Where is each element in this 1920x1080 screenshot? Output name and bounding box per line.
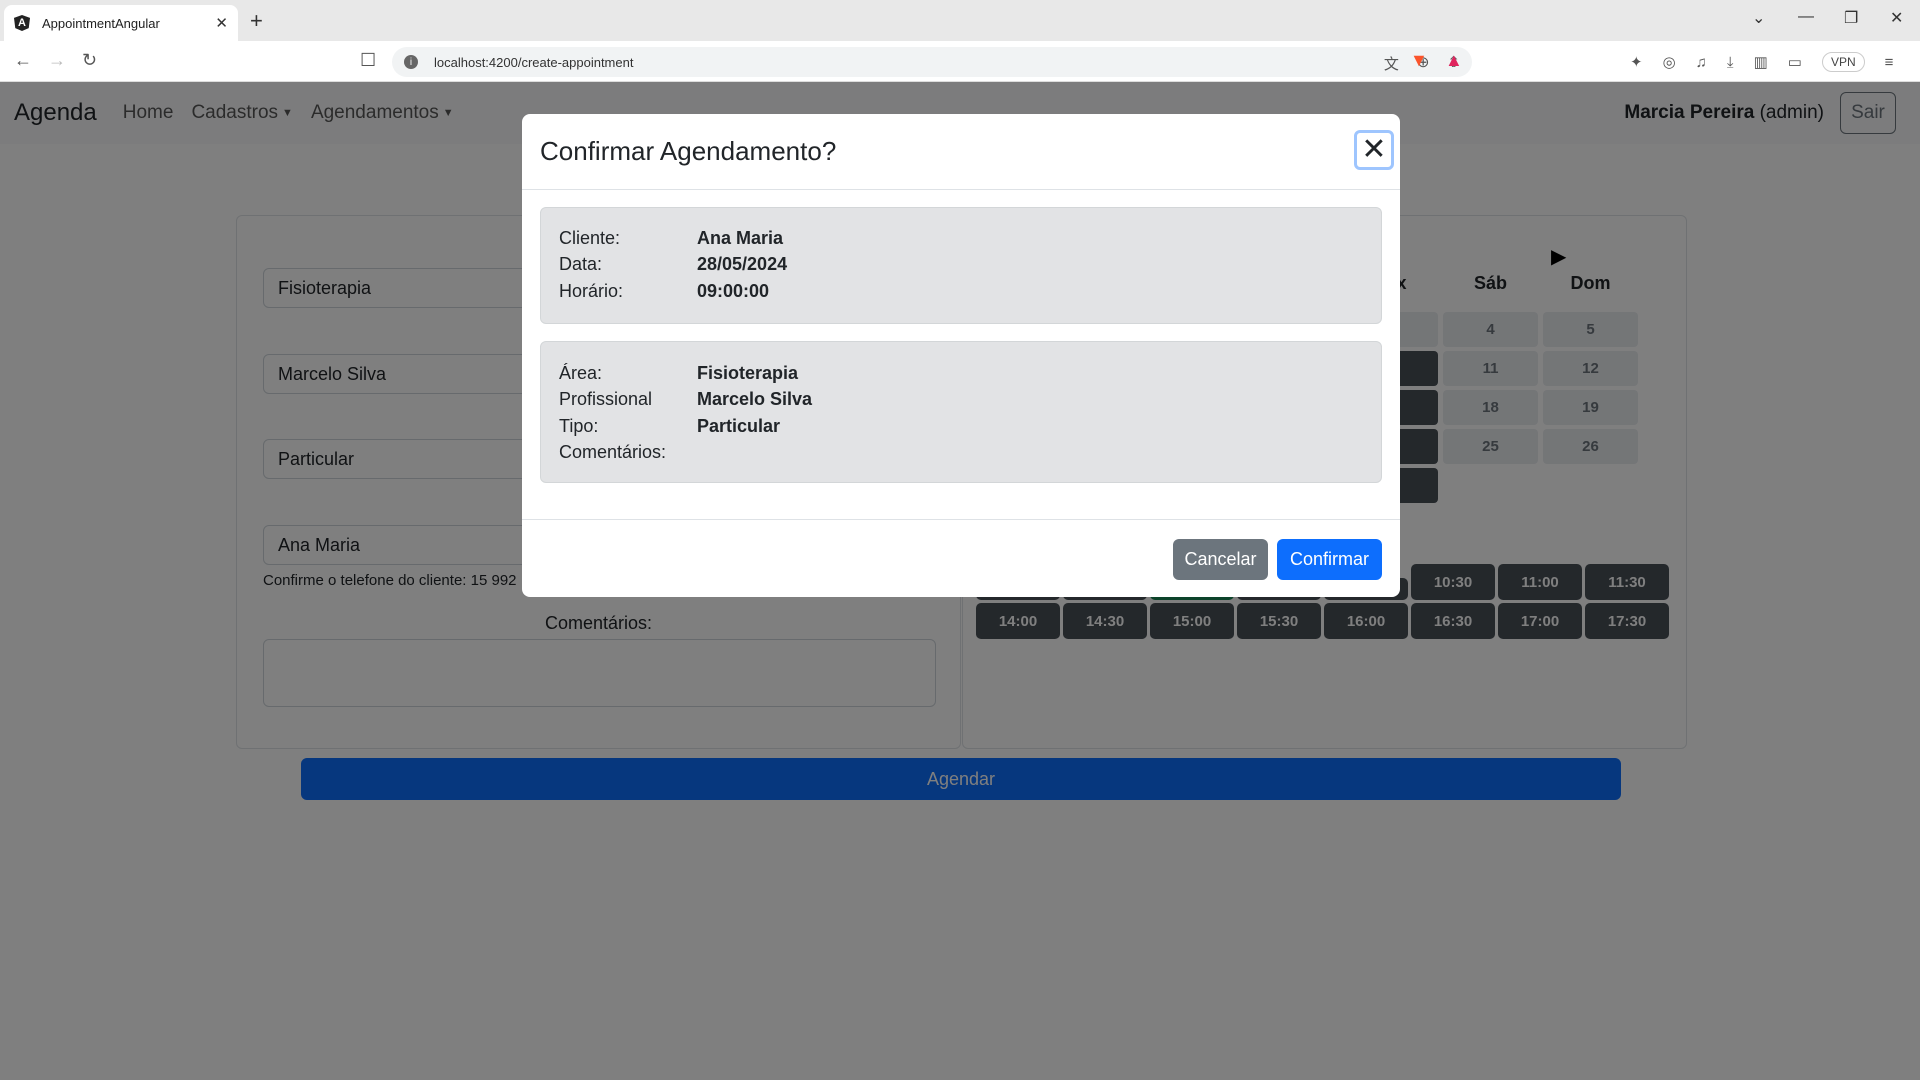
brave-shield-icon[interactable]: ▼: [1410, 50, 1428, 71]
extensions-icon[interactable]: ✦: [1630, 53, 1643, 71]
confirm-modal: Confirmar Agendamento? ✕ Cliente: Ana Ma…: [522, 114, 1400, 597]
comments-label: Comentários:: [559, 442, 667, 462]
browser-tabbar: A AppointmentAngular ✕ + ⌄ — ❐ ✕: [0, 0, 1920, 41]
modal-header: Confirmar Agendamento? ✕: [522, 114, 1400, 190]
minimize-icon[interactable]: —: [1798, 8, 1814, 26]
address-bar[interactable]: i localhost:4200/create-appointment 文 ⊕ …: [392, 47, 1472, 77]
browser-tab[interactable]: A AppointmentAngular ✕: [4, 5, 238, 41]
back-icon[interactable]: ←: [14, 50, 32, 71]
wallet-icon[interactable]: ▭: [1788, 53, 1802, 71]
url-text[interactable]: localhost:4200/create-appointment: [434, 55, 633, 70]
cancel-button[interactable]: Cancelar: [1173, 539, 1268, 580]
client-value: Ana Maria: [697, 228, 784, 248]
forward-icon[interactable]: →: [48, 50, 66, 71]
wallet-sync-icon[interactable]: ◎: [1663, 53, 1676, 71]
time-label: Horário:: [559, 281, 624, 301]
browser-toolbar: ← → ↻ ☐ i localhost:4200/create-appointm…: [0, 41, 1920, 82]
vpn-button[interactable]: VPN: [1821, 52, 1865, 72]
brave-rewards-icon[interactable]: ▲: [1445, 50, 1463, 71]
download-icon[interactable]: ⤓: [1727, 54, 1734, 71]
tab-search-icon[interactable]: ⌄: [1752, 8, 1765, 28]
confirm-button[interactable]: Confirmar: [1277, 539, 1382, 580]
client-label: Cliente:: [559, 228, 621, 248]
close-window-icon[interactable]: ✕: [1890, 8, 1903, 28]
close-icon[interactable]: ✕: [1354, 130, 1394, 170]
new-tab-icon[interactable]: +: [250, 8, 263, 34]
menu-icon[interactable]: ≡: [1885, 54, 1894, 71]
area-label: Área:: [559, 363, 603, 383]
reload-icon[interactable]: ↻: [82, 50, 97, 71]
tab-title: AppointmentAngular: [42, 15, 160, 31]
modal-title: Confirmar Agendamento?: [540, 136, 837, 166]
close-tab-icon[interactable]: ✕: [215, 14, 228, 32]
sidebar-icon[interactable]: ▥: [1754, 53, 1768, 71]
translate-icon[interactable]: 文: [1384, 53, 1399, 74]
client-info-box: Cliente: Ana Maria Data: 28/05/2024 Horá…: [540, 207, 1382, 324]
site-info-icon[interactable]: i: [404, 55, 418, 69]
bookmark-icon[interactable]: ☐: [360, 50, 376, 71]
appointment-info-box: Área: Fisioterapia Profissional Marcelo …: [540, 341, 1382, 483]
professional-label: Profissional: [559, 389, 653, 409]
type-label: Tipo:: [559, 416, 599, 436]
area-value: Fisioterapia: [697, 363, 799, 383]
date-value: 28/05/2024: [697, 254, 788, 274]
angular-icon: A: [14, 15, 30, 31]
professional-value: Marcelo Silva: [697, 389, 813, 409]
modal-footer: Cancelar Confirmar: [522, 519, 1400, 597]
type-value: Particular: [697, 416, 781, 436]
restore-icon[interactable]: ❐: [1844, 8, 1858, 28]
music-icon[interactable]: ♫: [1696, 54, 1707, 71]
date-label: Data:: [559, 254, 603, 274]
time-value: 09:00:00: [697, 281, 770, 301]
